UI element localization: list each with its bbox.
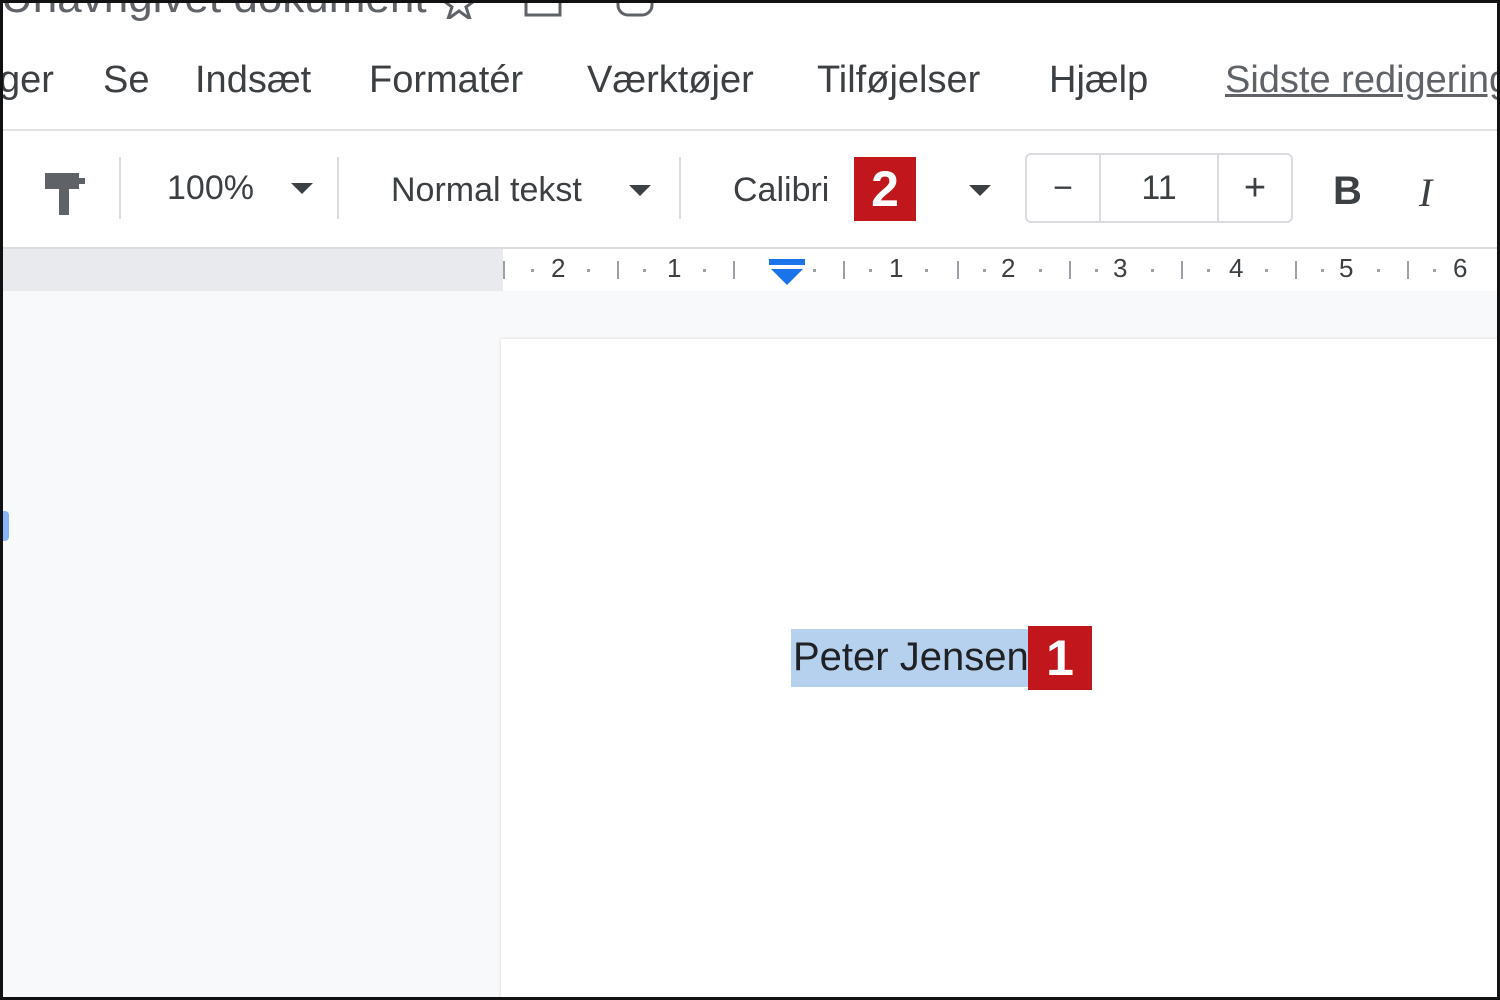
ruler-dot — [643, 269, 646, 272]
increase-font-size-button[interactable]: + — [1219, 155, 1291, 221]
paint-format-icon[interactable] — [43, 169, 87, 217]
ruler-dot — [869, 269, 872, 272]
toolbar: 100% Normal tekst Calibri 2 − 11 + B I — [3, 131, 1497, 249]
font-size-input[interactable]: 11 — [1101, 155, 1219, 221]
outline-toggle[interactable] — [3, 511, 9, 541]
ruler-dot — [703, 269, 706, 272]
indent-marker-icon[interactable] — [767, 257, 807, 289]
decrease-font-size-button[interactable]: − — [1027, 155, 1101, 221]
ruler-dot — [1377, 269, 1380, 272]
ruler-tick — [503, 261, 505, 279]
ruler-tick — [957, 261, 959, 279]
toolbar-divider — [119, 157, 121, 219]
last-edit-link[interactable]: Sidste redigering — [1225, 59, 1497, 102]
ruler[interactable]: 2 1 1 2 3 4 5 6 — [3, 249, 1497, 291]
ruler-label: 3 — [1113, 253, 1128, 283]
font-select[interactable]: Calibri — [733, 171, 829, 210]
ruler-tick — [733, 261, 735, 279]
font-size-stepper: − 11 + — [1025, 153, 1293, 223]
chevron-down-icon[interactable] — [291, 183, 313, 194]
ruler-dot — [587, 269, 590, 272]
ruler-dot — [1207, 269, 1210, 272]
ruler-dot — [1433, 269, 1436, 272]
chevron-down-icon[interactable] — [629, 185, 651, 196]
toolbar-divider — [679, 157, 681, 219]
ruler-tick — [617, 261, 619, 279]
menu-vaerktojer[interactable]: Værktøjer — [587, 59, 754, 102]
ruler-label: 2 — [1001, 253, 1016, 283]
star-icon[interactable] — [439, 3, 479, 19]
ruler-tick — [843, 261, 845, 279]
chevron-down-icon[interactable] — [969, 185, 991, 196]
ruler-tick — [1407, 261, 1409, 279]
selected-text[interactable]: Peter Jensen — [791, 629, 1031, 687]
ruler-tick — [1181, 261, 1183, 279]
step-marker-1: 1 — [1028, 626, 1092, 690]
cloud-icon[interactable] — [615, 3, 655, 19]
menu-se[interactable]: Se — [103, 59, 149, 102]
ruler-dot — [1265, 269, 1268, 272]
ruler-dot — [1321, 269, 1324, 272]
italic-button[interactable]: I — [1419, 169, 1432, 216]
menu-bar: ger Se Indsæt Formatér Værktøjer Tilføje… — [3, 43, 1497, 131]
ruler-label: 1 — [667, 253, 682, 283]
document-title[interactable]: Unavngivet dokument — [3, 3, 427, 23]
ruler-dot — [531, 269, 534, 272]
ruler-label: 1 — [889, 253, 904, 283]
menu-formater[interactable]: Formatér — [369, 59, 523, 102]
ruler-dot — [1095, 269, 1098, 272]
toolbar-divider — [337, 157, 339, 219]
menu-hjaelp[interactable]: Hjælp — [1049, 59, 1148, 102]
ruler-dot — [925, 269, 928, 272]
ruler-tick — [1295, 261, 1297, 279]
ruler-label: 6 — [1453, 253, 1468, 283]
paragraph-style-select[interactable]: Normal tekst — [391, 171, 582, 210]
ruler-label: 2 — [551, 253, 566, 283]
step-marker-2: 2 — [854, 157, 916, 221]
ruler-dot — [1151, 269, 1154, 272]
ruler-tick — [1069, 261, 1071, 279]
menu-tilfojelser[interactable]: Tilføjelser — [817, 59, 980, 102]
folder-icon[interactable] — [523, 3, 563, 19]
ruler-dot — [983, 269, 986, 272]
ruler-label: 4 — [1229, 253, 1244, 283]
ruler-dot — [813, 269, 816, 272]
menu-filer[interactable]: ger — [3, 59, 54, 102]
menu-indsaet[interactable]: Indsæt — [195, 59, 311, 102]
ruler-dot — [1039, 269, 1042, 272]
title-bar: Unavngivet dokument — [3, 3, 1497, 43]
bold-button[interactable]: B — [1333, 169, 1362, 214]
docs-window: Unavngivet dokument ger Se Indsæt Format… — [0, 0, 1500, 1000]
zoom-select[interactable]: 100% — [167, 169, 254, 208]
ruler-label: 5 — [1339, 253, 1354, 283]
